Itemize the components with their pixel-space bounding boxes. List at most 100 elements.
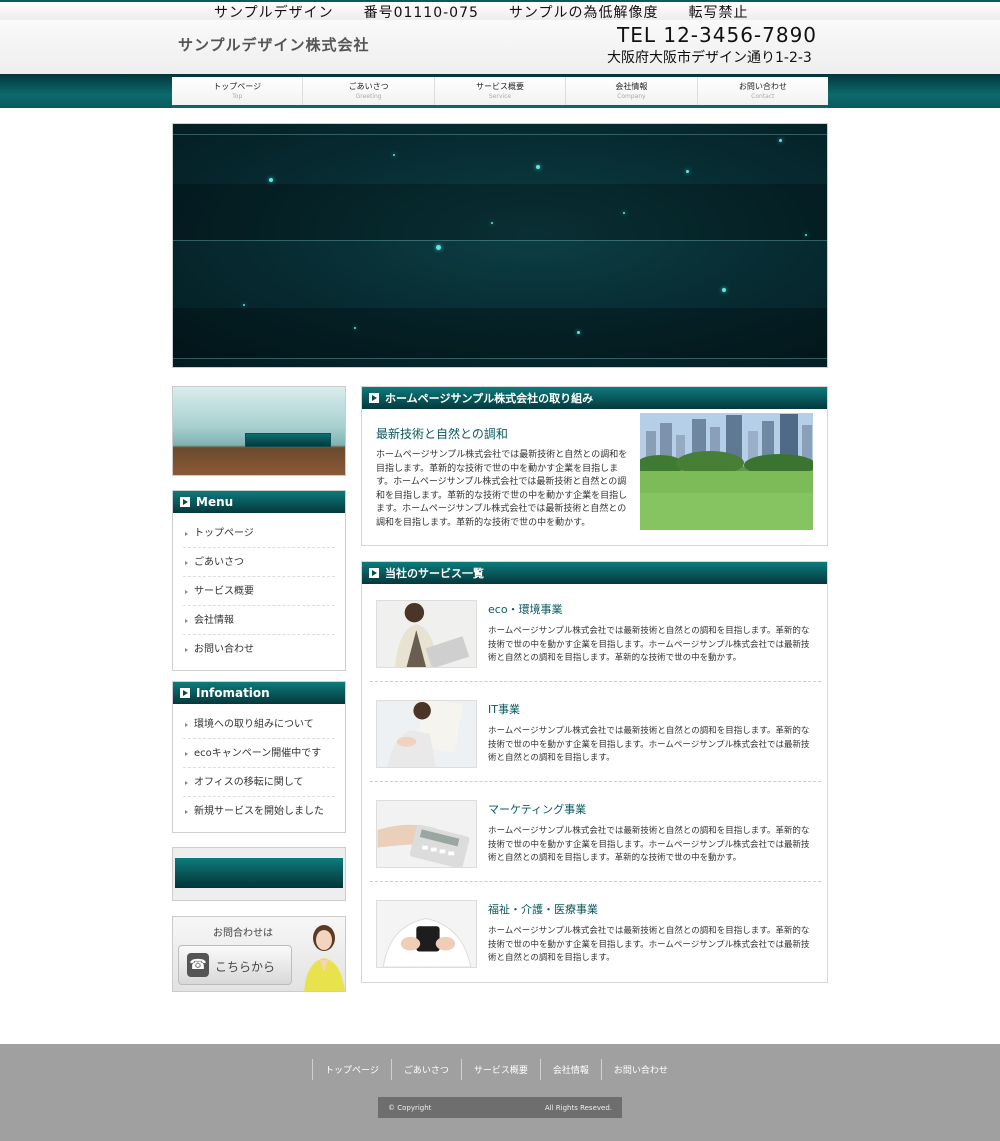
footer-link-greeting[interactable]: ごあいさつ [390, 1059, 461, 1080]
service-text: ホームページサンプル株式会社では最新技術と自然との調和を目指します。革新的な技術… [488, 826, 810, 863]
footer-link-service[interactable]: サービス概要 [460, 1059, 540, 1080]
hero-line [173, 358, 827, 359]
star [243, 304, 245, 306]
nav-item-company[interactable]: 会社情報 Company [566, 77, 698, 105]
nav-item-greeting[interactable]: ごあいさつ Greeting [303, 77, 435, 105]
footer-link-top[interactable]: トップページ [312, 1059, 391, 1080]
nav-sublabel: Contact [751, 93, 775, 100]
arrow-right-icon [369, 568, 379, 578]
hero-line [173, 134, 827, 135]
info-title: Infomation [196, 686, 270, 700]
hero-band [173, 308, 827, 358]
menu-box: Menu トップページ ごあいさつ サービス概要 会社情報 お問い合わせ [172, 490, 346, 671]
intro-text: ホームページサンプル株式会社では最新技術と自然との調和を目指します。革新的な技術… [376, 450, 628, 528]
contact-label: お問合わせは [213, 928, 273, 939]
star [354, 327, 356, 329]
star [269, 178, 273, 182]
company-name[interactable]: サンプルデザイン株式会社 [178, 34, 370, 55]
menu-list: トップページ ごあいさつ サービス概要 会社情報 お問い合わせ [173, 513, 345, 670]
top-notice-bar: サンプルデザイン 番号01110-075 サンプルの為低解像度 転写禁止 [0, 0, 1000, 21]
footer-link-company[interactable]: 会社情報 [539, 1059, 601, 1080]
copyright-bar: © Copyright All Rights Reseved. [378, 1097, 622, 1118]
info-list: 環境への取り組みについて ecoキャンペーン開催中です オフィスの移転に関して … [173, 704, 345, 832]
star [623, 212, 625, 214]
phone-number: TEL 12-3456-7890 [617, 23, 818, 47]
contact-button-label: こちらから [215, 960, 276, 974]
service-title[interactable]: 福祉・介護・医療事業 [488, 901, 598, 917]
nav-item-service[interactable]: サービス概要 Service [435, 77, 567, 105]
intro-heading-text: ホームページサンプル株式会社の取り組み [385, 392, 594, 405]
service-item-it[interactable]: IT事業 ホームページサンプル株式会社では最新技術と自然との調和を目指します。革… [370, 692, 821, 782]
menu-item-top[interactable]: トップページ [183, 519, 335, 548]
star [686, 170, 689, 173]
eco-service-photo [376, 600, 477, 668]
service-title[interactable]: eco・環境事業 [488, 601, 563, 617]
city-park-photo [640, 413, 813, 530]
arrow-right-icon [180, 688, 190, 698]
copyright: © Copyright [388, 1103, 432, 1112]
menu-item-greeting[interactable]: ごあいさつ [183, 548, 335, 577]
nav-label: 会社情報 [615, 82, 648, 91]
service-item-welfare[interactable]: 福祉・介護・医療事業 ホームページサンプル株式会社では最新技術と自然との調和を目… [370, 892, 821, 982]
contact-banner[interactable]: お問合わせは ☎ こちらから [172, 916, 346, 992]
phone-icon: ☎ [187, 953, 209, 977]
intro-heading: ホームページサンプル株式会社の取り組み [362, 387, 827, 409]
star [436, 245, 441, 250]
info-item[interactable]: ecoキャンペーン開催中です [183, 739, 335, 768]
service-item-marketing[interactable]: マーケティング事業 ホームページサンプル株式会社では最新技術と自然との調和を目指… [370, 792, 821, 882]
nav-sublabel: Company [617, 93, 646, 100]
footer-link-contact[interactable]: お問い合わせ [600, 1059, 680, 1080]
contact-button[interactable]: ☎ こちらから [178, 945, 292, 985]
info-item[interactable]: 新規サービスを開始しました [183, 797, 335, 826]
side-banner[interactable] [172, 386, 346, 476]
star [779, 139, 782, 142]
star [491, 222, 493, 224]
menu-item-service[interactable]: サービス概要 [183, 577, 335, 606]
menu-heading: Menu [173, 491, 345, 513]
footer-nav: トップページ ごあいさつ サービス概要 会社情報 お問い合わせ [312, 1059, 680, 1080]
menu-item-contact[interactable]: お問い合わせ [183, 635, 335, 664]
nav-item-top[interactable]: トップページ Top [172, 77, 304, 105]
intro-section: ホームページサンプル株式会社の取り組み 最新技術と自然との調和 ホームページサン… [361, 386, 828, 546]
hero-starfield-image [172, 123, 828, 368]
intro-title: 最新技術と自然との調和 [376, 427, 508, 441]
info-item[interactable]: 環境への取り組みについて [183, 710, 335, 739]
star [393, 154, 395, 156]
nav-sublabel: Service [488, 93, 512, 100]
star [577, 331, 580, 334]
nav-label: お問い合わせ [738, 82, 787, 91]
nav-label: トップページ [213, 82, 262, 91]
services-heading-text: 当社のサービス一覧 [385, 567, 484, 580]
service-item-eco[interactable]: eco・環境事業 ホームページサンプル株式会社では最新技術と自然との調和を目指し… [370, 592, 821, 682]
nav-item-contact[interactable]: お問い合わせ Contact [698, 77, 828, 105]
nav-sublabel: Greeting [355, 93, 382, 100]
hero-line [173, 240, 827, 241]
hero-band [173, 184, 827, 240]
info-item[interactable]: オフィスの移転に関して [183, 768, 335, 797]
side-banner-teal-fill [175, 858, 343, 888]
star [722, 288, 726, 292]
rights-reserved: All Rights Reseved. [544, 1103, 612, 1112]
service-title[interactable]: マーケティング事業 [488, 801, 586, 817]
service-text: ホームページサンプル株式会社では最新技術と自然との調和を目指します。革新的な技術… [488, 926, 810, 963]
global-nav: トップページ Top ごあいさつ Greeting サービス概要 Service… [172, 77, 828, 108]
star [805, 234, 807, 236]
site-header: サンプルデザイン株式会社 TEL 12-3456-7890 大阪府大阪市デザイン… [0, 20, 1000, 74]
menu-title: Menu [196, 495, 234, 509]
site-footer: トップページ ごあいさつ サービス概要 会社情報 お問い合わせ © Copyri… [0, 1044, 1000, 1141]
address: 大阪府大阪市デザイン通り1-2-3 [607, 50, 812, 66]
service-text: ホームページサンプル株式会社では最新技術と自然との調和を目指します。革新的な技術… [488, 626, 810, 663]
info-box: Infomation 環境への取り組みについて ecoキャンペーン開催中です オ… [172, 681, 346, 833]
side-banner-plate [245, 433, 331, 447]
side-banner-teal[interactable] [172, 847, 346, 901]
marketing-service-photo [376, 800, 477, 868]
nav-label: ごあいさつ [348, 82, 389, 91]
info-heading: Infomation [173, 682, 345, 704]
service-title[interactable]: IT事業 [488, 701, 520, 717]
arrow-right-icon [369, 393, 379, 403]
nav-sublabel: Top [232, 93, 243, 100]
welfare-service-photo [376, 900, 477, 968]
services-section: 当社のサービス一覧 eco・環境事業 ホームページサンプル株式会社では最新技術と… [361, 561, 828, 983]
menu-item-company[interactable]: 会社情報 [183, 606, 335, 635]
operator-photo [304, 925, 345, 991]
